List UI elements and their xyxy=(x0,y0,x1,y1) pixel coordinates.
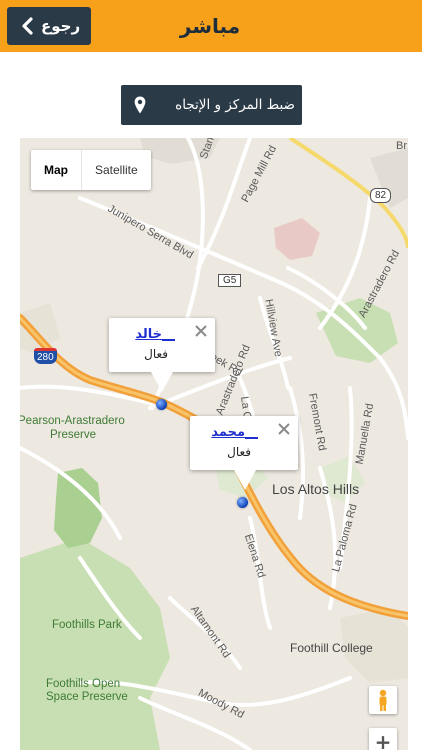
map-label-foothill-college: Foothill College xyxy=(290,641,373,655)
map-view[interactable]: Map Satellite Stan Page Mill Rd Br Junip… xyxy=(20,138,408,750)
map-pin-icon xyxy=(134,96,146,114)
map-type-control: Map Satellite xyxy=(31,150,151,190)
map-label-los-altos-hills: Los Altos Hills xyxy=(272,481,360,497)
map-label-pearson: Pearson-Arastradero xyxy=(20,415,125,427)
page-title: مباشر xyxy=(179,14,241,38)
top-bar: مباشر رجوع xyxy=(0,0,422,52)
marker-info-window: محمد__ فعال xyxy=(190,416,298,490)
info-window-tail xyxy=(234,470,256,490)
map-label-preserve: Preserve xyxy=(50,429,97,441)
pegman-icon xyxy=(379,689,387,711)
marker-name-link[interactable]: محمد__ xyxy=(211,425,258,440)
close-icon[interactable] xyxy=(277,422,291,436)
center-heading-label: ضبط المركز و الإتجاه xyxy=(175,97,295,113)
map-label-br: Br xyxy=(396,140,407,152)
info-window-tail xyxy=(151,372,173,392)
center-heading-button[interactable]: ضبط المركز و الإتجاه xyxy=(121,85,302,125)
map-type-satellite[interactable]: Satellite xyxy=(82,150,151,190)
marker-status: فعال xyxy=(227,445,251,459)
location-marker[interactable] xyxy=(237,497,248,508)
marker-name-link[interactable]: خالد__ xyxy=(135,327,175,342)
marker-status: فعال xyxy=(144,347,168,361)
zoom-in-button[interactable]: + xyxy=(369,728,397,750)
map-label-foothills-park: Foothills Park xyxy=(52,619,122,631)
map-type-map[interactable]: Map xyxy=(31,150,82,190)
street-view-pegman[interactable] xyxy=(369,686,397,714)
shield-280: 280 xyxy=(34,348,57,364)
marker-info-window: خالد__ فعال xyxy=(109,318,215,392)
chevron-left-icon xyxy=(22,17,33,35)
map-label-space-preserve: Space Preserve xyxy=(46,691,128,703)
back-button[interactable]: رجوع xyxy=(7,7,91,45)
map-label-foothills-open: Foothills Open xyxy=(46,678,121,690)
back-button-label: رجوع xyxy=(41,17,81,35)
location-marker[interactable] xyxy=(156,399,167,410)
shield-82: 82 xyxy=(370,188,392,203)
shield-g5: G5 xyxy=(218,274,242,287)
close-icon[interactable] xyxy=(194,324,208,338)
